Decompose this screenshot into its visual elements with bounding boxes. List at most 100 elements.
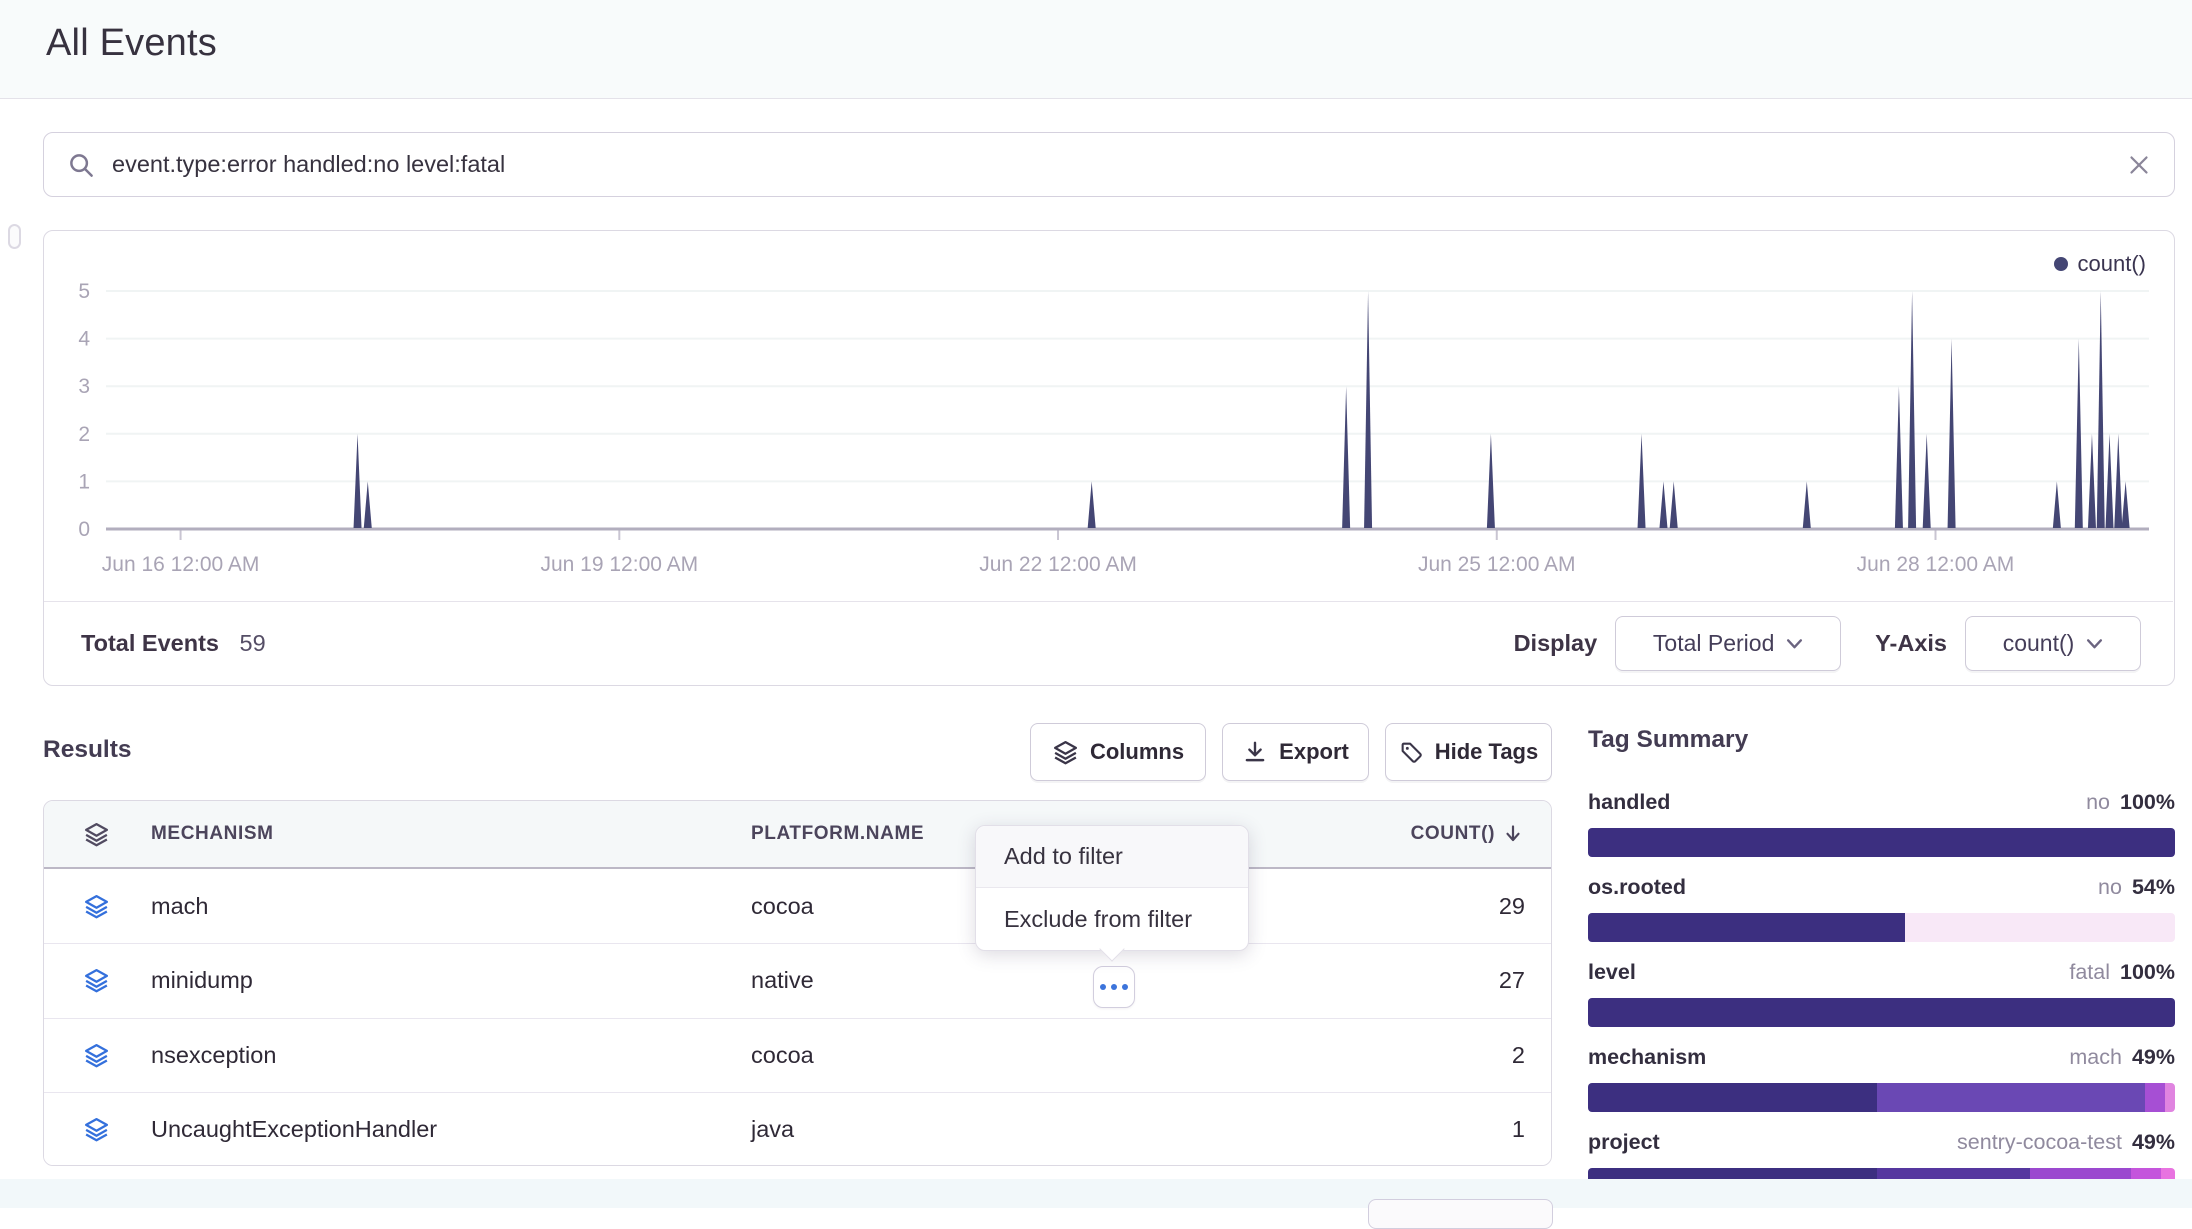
tag-name: mechanism [1588,1045,1706,1070]
cell-platform[interactable]: java [751,1116,1311,1143]
cell-mechanism[interactable]: UncaughtExceptionHandler [151,1116,751,1143]
cell-actions-button[interactable] [1093,966,1135,1008]
total-events-label: Total Events [81,630,219,656]
tag-distribution-bar[interactable] [1588,1083,2175,1112]
menu-item-add-to-filter[interactable]: Add to filter [976,826,1248,888]
hide-tags-button-label: Hide Tags [1435,739,1539,765]
page-title: All Events [46,22,217,65]
display-select[interactable]: Total Period [1615,616,1841,671]
hide-tags-button[interactable]: Hide Tags [1385,723,1552,781]
display-label: Display [1514,630,1598,657]
tag-item-level: level fatal 100% [1588,960,2175,1027]
results-heading: Results [43,736,132,764]
cell-mechanism[interactable]: nsexception [151,1042,751,1069]
export-button-label: Export [1279,739,1349,765]
tag-top-value: mach [2069,1045,2122,1069]
download-icon [1242,739,1268,765]
cell-platform[interactable]: native [751,967,1311,994]
svg-text:Jun 22 12:00 AM: Jun 22 12:00 AM [979,553,1137,576]
ellipsis-dot [1100,984,1106,990]
count-header-label: COUNT() [1411,823,1495,845]
row-icon-cell[interactable] [44,1116,151,1143]
clear-search-icon[interactable] [2124,150,2154,180]
cell-platform[interactable]: cocoa [751,1042,1311,1069]
chart-legend[interactable]: count() [2054,251,2146,277]
cell-mechanism[interactable]: mach [151,893,751,920]
svg-text:Jun 28 12:00 AM: Jun 28 12:00 AM [1857,553,2015,576]
table-row[interactable]: nsexception cocoa 2 [44,1018,1551,1092]
yaxis-select[interactable]: count() [1965,616,2141,671]
tag-percent: 49% [2132,1130,2175,1154]
display-value: Total Period [1653,630,1774,657]
cell-count: 2 [1311,1042,1551,1069]
tag-top-value: fatal [2069,960,2110,984]
tag-name: handled [1588,790,1670,815]
header-icon-cell[interactable] [44,821,151,848]
svg-text:Jun 16 12:00 AM: Jun 16 12:00 AM [102,553,260,576]
table-row[interactable]: UncaughtExceptionHandler java 1 [44,1092,1551,1166]
layers-icon [83,1116,110,1143]
tag-distribution-bar[interactable] [1588,913,2175,942]
row-icon-cell[interactable] [44,893,151,920]
tag-name: project [1588,1130,1660,1155]
events-volume-chart[interactable]: Jun 16 12:00 AM Jun 19 12:00 AM Jun 22 12:… [44,231,2173,601]
sort-desc-icon [1501,822,1525,846]
tag-name: level [1588,960,1636,985]
svg-text:3: 3 [78,375,90,398]
export-button[interactable]: Export [1222,723,1369,781]
layers-icon [1052,739,1079,766]
yaxis-value: count() [2003,630,2075,657]
table-header-row: MECHANISM PLATFORM.NAME COUNT() [44,801,1551,869]
tag-summary-heading: Tag Summary [1588,726,1748,754]
svg-text:4: 4 [78,328,90,351]
legend-label: count() [2078,251,2146,277]
tag-top-value: sentry-cocoa-test [1957,1130,2122,1154]
tag-item-os-rooted: os.rooted no54% [1588,875,2175,942]
cell-actions-menu: Add to filter Exclude from filter [975,825,1249,951]
tag-percent: 100% [2120,960,2175,984]
events-chart-card: Jun 16 12:00 AM Jun 19 12:00 AM Jun 22 12:… [43,230,2175,686]
layers-icon [83,821,110,848]
drag-handle[interactable] [8,224,21,249]
results-table: MECHANISM PLATFORM.NAME COUNT() mach coc… [43,800,1552,1166]
tag-top-value: no [2098,875,2122,899]
svg-text:2: 2 [78,423,90,446]
row-icon-cell[interactable] [44,1042,151,1069]
column-header-mechanism[interactable]: MECHANISM [151,823,751,845]
search-input[interactable] [112,151,2124,178]
cell-count: 29 [1311,893,1551,920]
table-row[interactable]: minidump native 27 [44,943,1551,1017]
search-bar[interactable] [43,132,2175,197]
pagination-buttons[interactable] [1368,1199,1553,1229]
columns-button-label: Columns [1090,739,1184,765]
ellipsis-dot [1122,984,1128,990]
columns-button[interactable]: Columns [1030,723,1206,781]
tag-name: os.rooted [1588,875,1686,900]
tag-distribution-bar[interactable] [1588,998,2175,1027]
ellipsis-dot [1111,984,1117,990]
svg-text:1: 1 [78,470,90,493]
chart-controls: Display Total Period Y-Axis count() [1514,616,2141,671]
layers-icon [83,893,110,920]
search-icon [66,150,96,180]
table-row[interactable]: mach cocoa 29 [44,869,1551,943]
tag-top-value: no [2086,790,2110,814]
column-header-count[interactable]: COUNT() [1311,822,1551,846]
cell-count: 1 [1311,1116,1551,1143]
layers-icon [83,1042,110,1069]
legend-dot-icon [2054,257,2068,271]
tag-percent: 49% [2132,1045,2175,1069]
cell-mechanism[interactable]: minidump [151,967,751,994]
row-icon-cell[interactable] [44,967,151,994]
svg-text:Jun 19 12:00 AM: Jun 19 12:00 AM [540,553,698,576]
total-events-value: 59 [240,630,266,656]
total-events: Total Events 59 [81,630,266,657]
bottom-strip [0,1179,2192,1208]
svg-text:Jun 25 12:00 AM: Jun 25 12:00 AM [1418,553,1576,576]
tag-distribution-bar[interactable] [1588,828,2175,857]
tag-item-handled: handled no 100% [1588,790,2175,857]
svg-text:0: 0 [78,518,90,541]
tag-percent: 100% [2120,790,2175,814]
chevron-down-icon [2086,637,2103,650]
yaxis-label: Y-Axis [1875,630,1947,657]
